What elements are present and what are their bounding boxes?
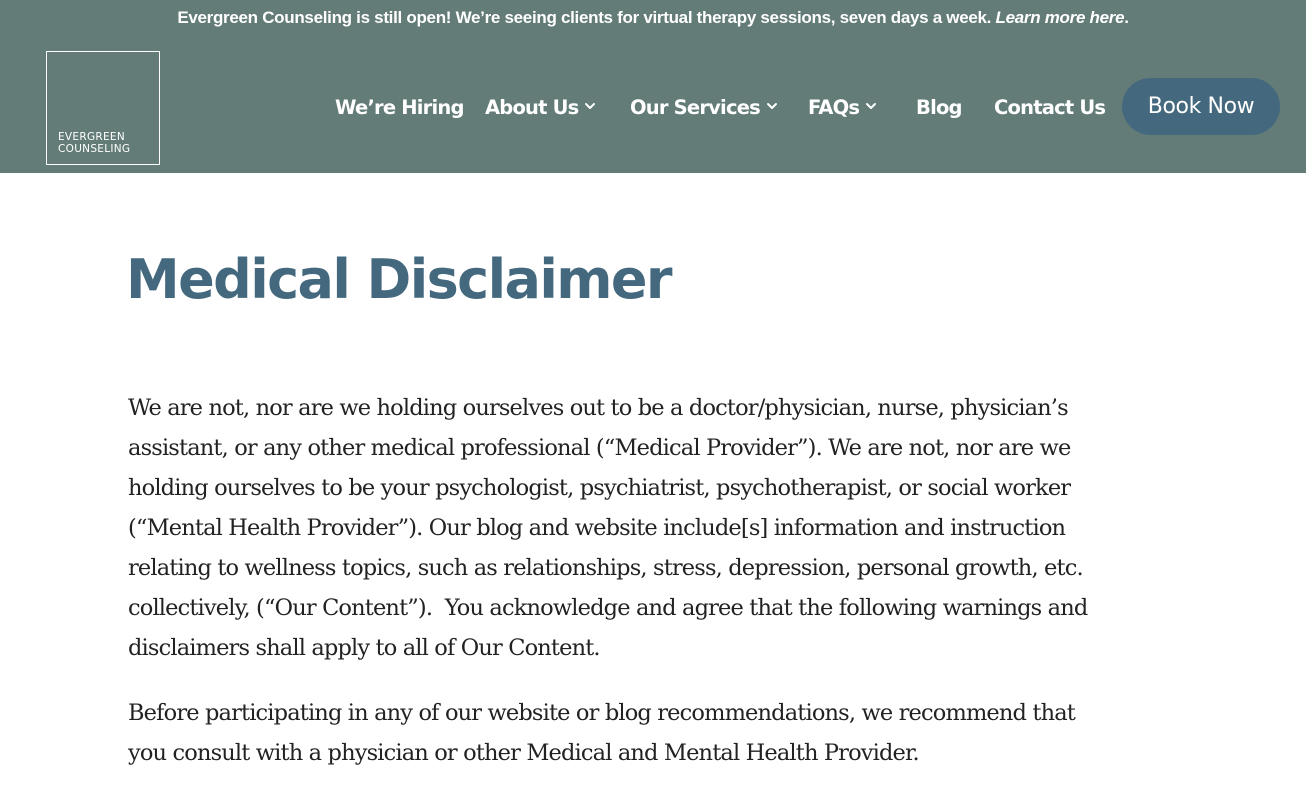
book-now-button[interactable]: Book Now: [1122, 78, 1280, 135]
paragraph-line: assistant, or any other medical professi…: [128, 435, 1071, 461]
nav-label: Contact Us: [994, 96, 1106, 119]
main-nav: We’re Hiring About Us Our Services FAQs …: [0, 0, 1306, 173]
disclaimer-content: We are not, nor are we holding ourselves…: [128, 388, 1188, 773]
nav-item-services[interactable]: Our Services: [630, 94, 778, 122]
chevron-down-icon: [585, 103, 596, 109]
nav-item-hiring[interactable]: We’re Hiring: [335, 94, 464, 122]
paragraph-line: disclaimers shall apply to all of Our Co…: [128, 635, 601, 661]
page-title: Medical Disclaimer: [126, 248, 673, 311]
paragraph-line: relating to wellness topics, such as rel…: [128, 555, 1084, 581]
paragraph-line: (“Mental Health Provider”). Our blog and…: [128, 515, 1066, 541]
paragraph-line: Before participating in any of our websi…: [128, 700, 1076, 726]
nav-item-faqs[interactable]: FAQs: [808, 94, 877, 122]
paragraph-1: We are not, nor are we holding ourselves…: [128, 388, 1188, 668]
paragraph-line: collectively, (“Our Content”). You ackno…: [128, 595, 1088, 621]
paragraph-2: Before participating in any of our websi…: [128, 693, 1188, 773]
nav-label: Our Services: [630, 96, 761, 119]
chevron-down-icon: [766, 103, 777, 109]
site-header: Evergreen Counseling is still open! We’r…: [0, 0, 1306, 173]
paragraph-line: We are not, nor are we holding ourselves…: [128, 395, 1069, 421]
nav-item-contact[interactable]: Contact Us: [994, 94, 1106, 122]
paragraph-line: you consult with a physician or other Me…: [128, 740, 920, 766]
paragraph-line: holding ourselves to be your psychologis…: [128, 475, 1071, 501]
nav-label: Blog: [916, 96, 962, 119]
chevron-down-icon: [866, 103, 877, 109]
nav-label: We’re Hiring: [335, 96, 464, 119]
nav-label: About Us: [485, 96, 579, 119]
nav-item-about[interactable]: About Us: [485, 94, 596, 122]
nav-item-blog[interactable]: Blog: [916, 94, 962, 122]
nav-label: FAQs: [808, 96, 860, 119]
